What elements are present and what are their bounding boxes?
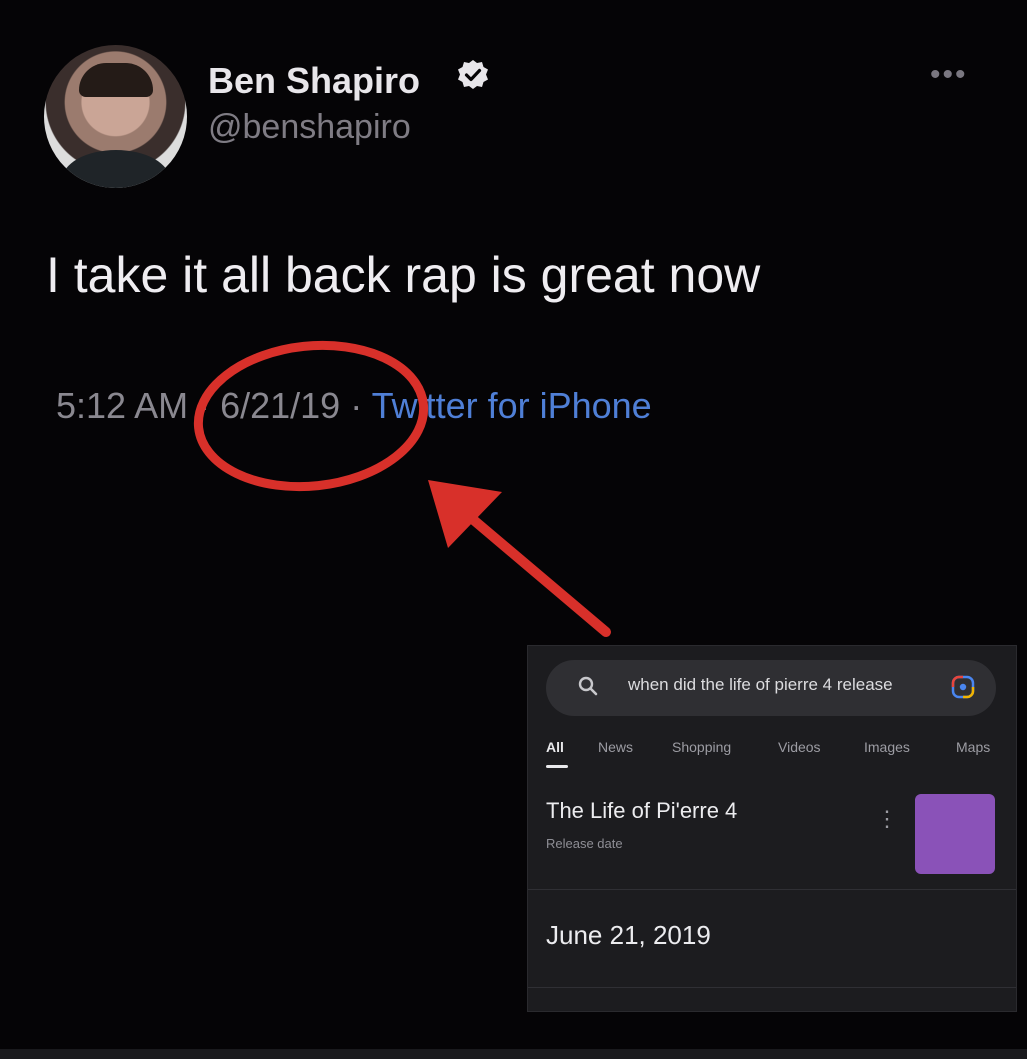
search-bar[interactable]: when did the life of pierre 4 release xyxy=(546,660,996,716)
search-tabs: All News Shopping Videos Images Maps xyxy=(546,739,1016,769)
result-menu-icon[interactable]: ⋮ xyxy=(876,806,898,832)
display-name[interactable]: Ben Shapiro xyxy=(208,60,420,102)
bottom-edge xyxy=(0,1049,1027,1059)
annotation-circle xyxy=(193,340,429,492)
tweet-text: I take it all back rap is great now xyxy=(46,247,761,303)
tweet-time[interactable]: 5:12 AM xyxy=(56,385,188,426)
tab-images[interactable]: Images xyxy=(864,739,910,755)
google-result-card: when did the life of pierre 4 release Al… xyxy=(527,645,1017,1012)
verified-badge-icon xyxy=(458,60,488,89)
divider xyxy=(528,889,1016,890)
search-query[interactable]: when did the life of pierre 4 release xyxy=(628,675,893,695)
tab-videos[interactable]: Videos xyxy=(778,739,821,755)
annotation-arrow-icon xyxy=(428,480,611,637)
result-title[interactable]: The Life of Pi'erre 4 xyxy=(546,798,737,824)
result-subtitle: Release date xyxy=(546,836,623,851)
search-icon[interactable] xyxy=(576,674,600,698)
user-handle[interactable]: @benshapiro xyxy=(208,108,411,147)
tab-all[interactable]: All xyxy=(546,739,564,755)
more-options-icon[interactable]: ••• xyxy=(930,58,968,92)
avatar-shirt xyxy=(62,150,170,188)
tab-shopping[interactable]: Shopping xyxy=(672,739,731,755)
tab-maps[interactable]: Maps xyxy=(956,739,990,755)
divider xyxy=(528,987,1016,988)
tab-news[interactable]: News xyxy=(598,739,633,755)
avatar-hair xyxy=(79,63,153,97)
google-lens-icon[interactable] xyxy=(950,674,976,700)
album-thumbnail[interactable] xyxy=(915,794,995,874)
avatar[interactable] xyxy=(44,45,187,188)
active-tab-indicator xyxy=(546,765,568,768)
release-date-value: June 21, 2019 xyxy=(546,920,711,950)
